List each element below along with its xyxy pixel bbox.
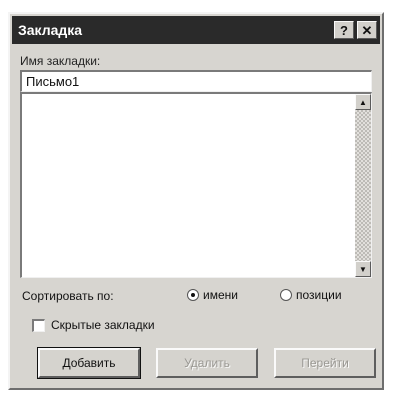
sort-by-position-label: позиции [296, 288, 342, 302]
bookmark-list[interactable]: ▲ ▼ [20, 92, 372, 278]
help-icon[interactable]: ? [334, 21, 354, 39]
bookmark-dialog: Закладка ? ✕ Имя закладки: ▲ ▼ Сортирова… [8, 12, 384, 390]
dialog-title: Закладка [18, 22, 83, 38]
scroll-down-icon[interactable]: ▼ [355, 261, 371, 277]
checkbox-icon [32, 318, 45, 332]
bookmark-name-input[interactable] [20, 70, 372, 92]
title-bar[interactable]: Закладка ? ✕ [12, 16, 380, 44]
delete-button[interactable]: Удалить [156, 348, 258, 378]
radio-checked-icon [187, 289, 199, 301]
sort-label: Сортировать по: [22, 289, 114, 303]
sort-by-name-label: имени [203, 288, 238, 302]
bookmark-name-label: Имя закладки: [20, 54, 101, 68]
radio-unchecked-icon [280, 289, 292, 301]
list-scrollbar[interactable]: ▲ ▼ [355, 94, 371, 277]
sort-by-position-radio[interactable]: позиции [280, 288, 342, 302]
sort-options: Сортировать по: имени позиции [22, 286, 374, 306]
add-button[interactable]: Добавить [37, 347, 141, 379]
close-icon[interactable]: ✕ [357, 21, 377, 39]
sort-by-name-radio[interactable]: имени [187, 288, 238, 302]
scroll-up-icon[interactable]: ▲ [355, 94, 371, 110]
hidden-bookmarks-checkbox[interactable]: Скрытые закладки [32, 318, 155, 332]
hidden-bookmarks-label: Скрытые закладки [51, 318, 155, 332]
go-button[interactable]: Перейти [274, 348, 376, 378]
